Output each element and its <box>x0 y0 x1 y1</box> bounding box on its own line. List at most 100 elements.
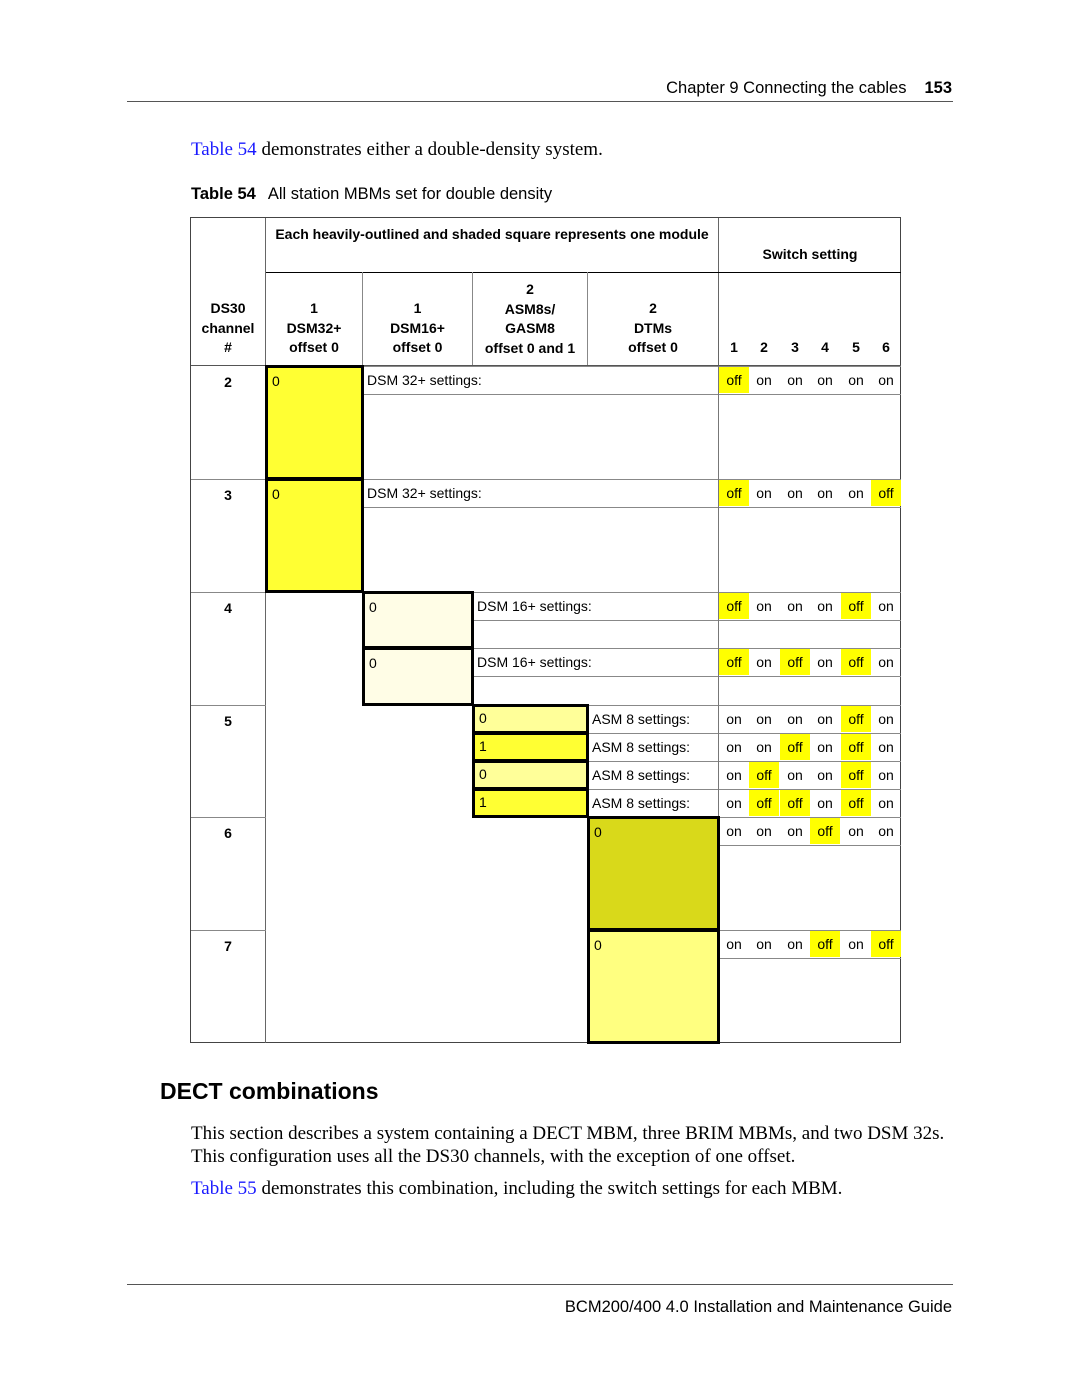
switch-5-value: off <box>841 593 871 619</box>
switch-1-value: on <box>726 739 742 755</box>
switch-5-value: off <box>841 790 871 816</box>
row-label: ASM 8 settings: <box>592 711 691 727</box>
switch-5-value: on <box>848 485 864 501</box>
switch-2-value: on <box>756 823 772 839</box>
dsm32-module: 0 <box>265 365 364 480</box>
switch-4-value: on <box>817 654 833 670</box>
switch-3-value: on <box>787 598 803 614</box>
switch-2-value: on <box>756 936 772 952</box>
group-header: Each heavily-outlined and shaded square … <box>275 226 709 242</box>
switch-2-value: on <box>756 711 772 727</box>
switch-6-value: on <box>878 823 894 839</box>
switch-3-value: on <box>787 485 803 501</box>
switch-5-value: off <box>841 734 871 760</box>
switch-number-1: 1 <box>730 339 738 355</box>
offset-value: 1 <box>479 794 487 810</box>
switch-4-value: on <box>817 739 833 755</box>
table-54-link[interactable]: Table 54 <box>191 139 257 160</box>
dsm16-module: 0 <box>362 647 474 706</box>
offset-value: 0 <box>594 824 602 840</box>
asm8-module: 1 <box>472 788 589 818</box>
switch-4-value: on <box>817 795 833 811</box>
intro-paragraph: Table 54 demonstrates either a double-de… <box>191 139 603 161</box>
table-caption: Table 54 All station MBMs set for double … <box>191 185 552 204</box>
asm8-module: 0 <box>472 704 589 734</box>
col-dsm32-header: 1 DSM32+ offset 0 <box>286 300 342 355</box>
section-heading: DECT combinations <box>160 1078 379 1104</box>
switch-3-value: off <box>780 649 810 675</box>
row-label: ASM 8 settings: <box>592 767 691 783</box>
row-label: DSM 16+ settings: <box>477 598 592 614</box>
offset-value: 0 <box>479 710 487 726</box>
channel-label: 2 <box>224 374 232 390</box>
switch-6-value: off <box>871 931 901 957</box>
switch-4-value: on <box>817 767 833 783</box>
switch-5-value: off <box>841 706 871 732</box>
switch-5-value: off <box>841 762 871 788</box>
channel-label: 5 <box>224 713 232 729</box>
switch-4-value: on <box>817 598 833 614</box>
switch-6-value: on <box>878 795 894 811</box>
row-label: DSM 32+ settings: <box>367 372 482 388</box>
table-55-link[interactable]: Table 55 <box>191 1178 257 1199</box>
table-55-paragraph: Table 55 demonstrates this combination, … <box>191 1178 843 1199</box>
switch-3-value: on <box>787 711 803 727</box>
switch-6-value: on <box>878 739 894 755</box>
footer-title: BCM200/400 4.0 Installation and Maintena… <box>564 1298 952 1316</box>
col-dsm16-header: 1 DSM16+ offset 0 <box>390 300 445 355</box>
switch-4-value: on <box>817 711 833 727</box>
switch-6-value: off <box>871 480 901 506</box>
switch-6-value: on <box>878 711 894 727</box>
switch-1-value: off <box>719 593 749 619</box>
caption-title: All station MBMs set for double density <box>267 185 553 203</box>
offset-value: 0 <box>369 599 377 615</box>
switch-5-value: on <box>848 823 864 839</box>
switch-2-value: on <box>756 654 772 670</box>
offset-value: 1 <box>479 738 487 754</box>
row-label: ASM 8 settings: <box>592 795 691 811</box>
switch-1-value: off <box>719 649 749 675</box>
channel-label: 6 <box>224 825 232 841</box>
row-label: ASM 8 settings: <box>592 739 691 755</box>
switch-number-5: 5 <box>852 339 860 355</box>
caption-label: Table 54 <box>191 185 256 203</box>
header-rule <box>127 101 953 102</box>
switch-setting-header: Switch setting <box>762 246 858 262</box>
switch-3-value: on <box>787 372 803 388</box>
switch-5-value: on <box>848 372 864 388</box>
asm8-module: 0 <box>472 760 589 790</box>
switch-4-value: on <box>817 372 833 388</box>
switch-1-value: off <box>719 367 749 393</box>
switch-settings-table: Each heavily-outlined and shaded square … <box>190 217 901 1044</box>
running-header: Chapter 9 Connecting the cables 153 <box>666 79 952 98</box>
switch-4-value: off <box>810 931 840 957</box>
switch-2-value: on <box>756 485 772 501</box>
switch-1-value: on <box>726 823 742 839</box>
switch-6-value: on <box>878 767 894 783</box>
switch-6-value: on <box>878 598 894 614</box>
switch-4-value: on <box>817 485 833 501</box>
page-number: 153 <box>924 79 952 97</box>
offset-value: 0 <box>369 655 377 671</box>
switch-5-value: off <box>841 649 871 675</box>
col-dtm-header: 2 DTMs offset 0 <box>628 300 678 355</box>
chapter-title: Chapter 9 Connecting the cables <box>666 79 907 97</box>
switch-1-value: on <box>726 711 742 727</box>
switch-6-value: on <box>878 372 894 388</box>
switch-2-value: off <box>749 762 779 788</box>
section-paragraph: This section describes a system containi… <box>191 1123 945 1167</box>
switch-2-value: on <box>756 598 772 614</box>
switch-number-4: 4 <box>821 339 829 355</box>
channel-label: 4 <box>224 600 232 616</box>
col-ds30-header: DS30 channel # <box>201 300 255 355</box>
row-label: DSM 16+ settings: <box>477 654 592 670</box>
asm8-module: 1 <box>472 732 589 762</box>
offset-value: 0 <box>272 373 280 389</box>
switch-5-value: on <box>848 936 864 952</box>
switch-3-value: off <box>780 790 810 816</box>
switch-number-3: 3 <box>791 339 799 355</box>
channel-label: 7 <box>224 938 232 954</box>
switch-2-value: off <box>749 790 779 816</box>
dsm16-module: 0 <box>362 591 474 649</box>
switch-3-value: off <box>780 734 810 760</box>
